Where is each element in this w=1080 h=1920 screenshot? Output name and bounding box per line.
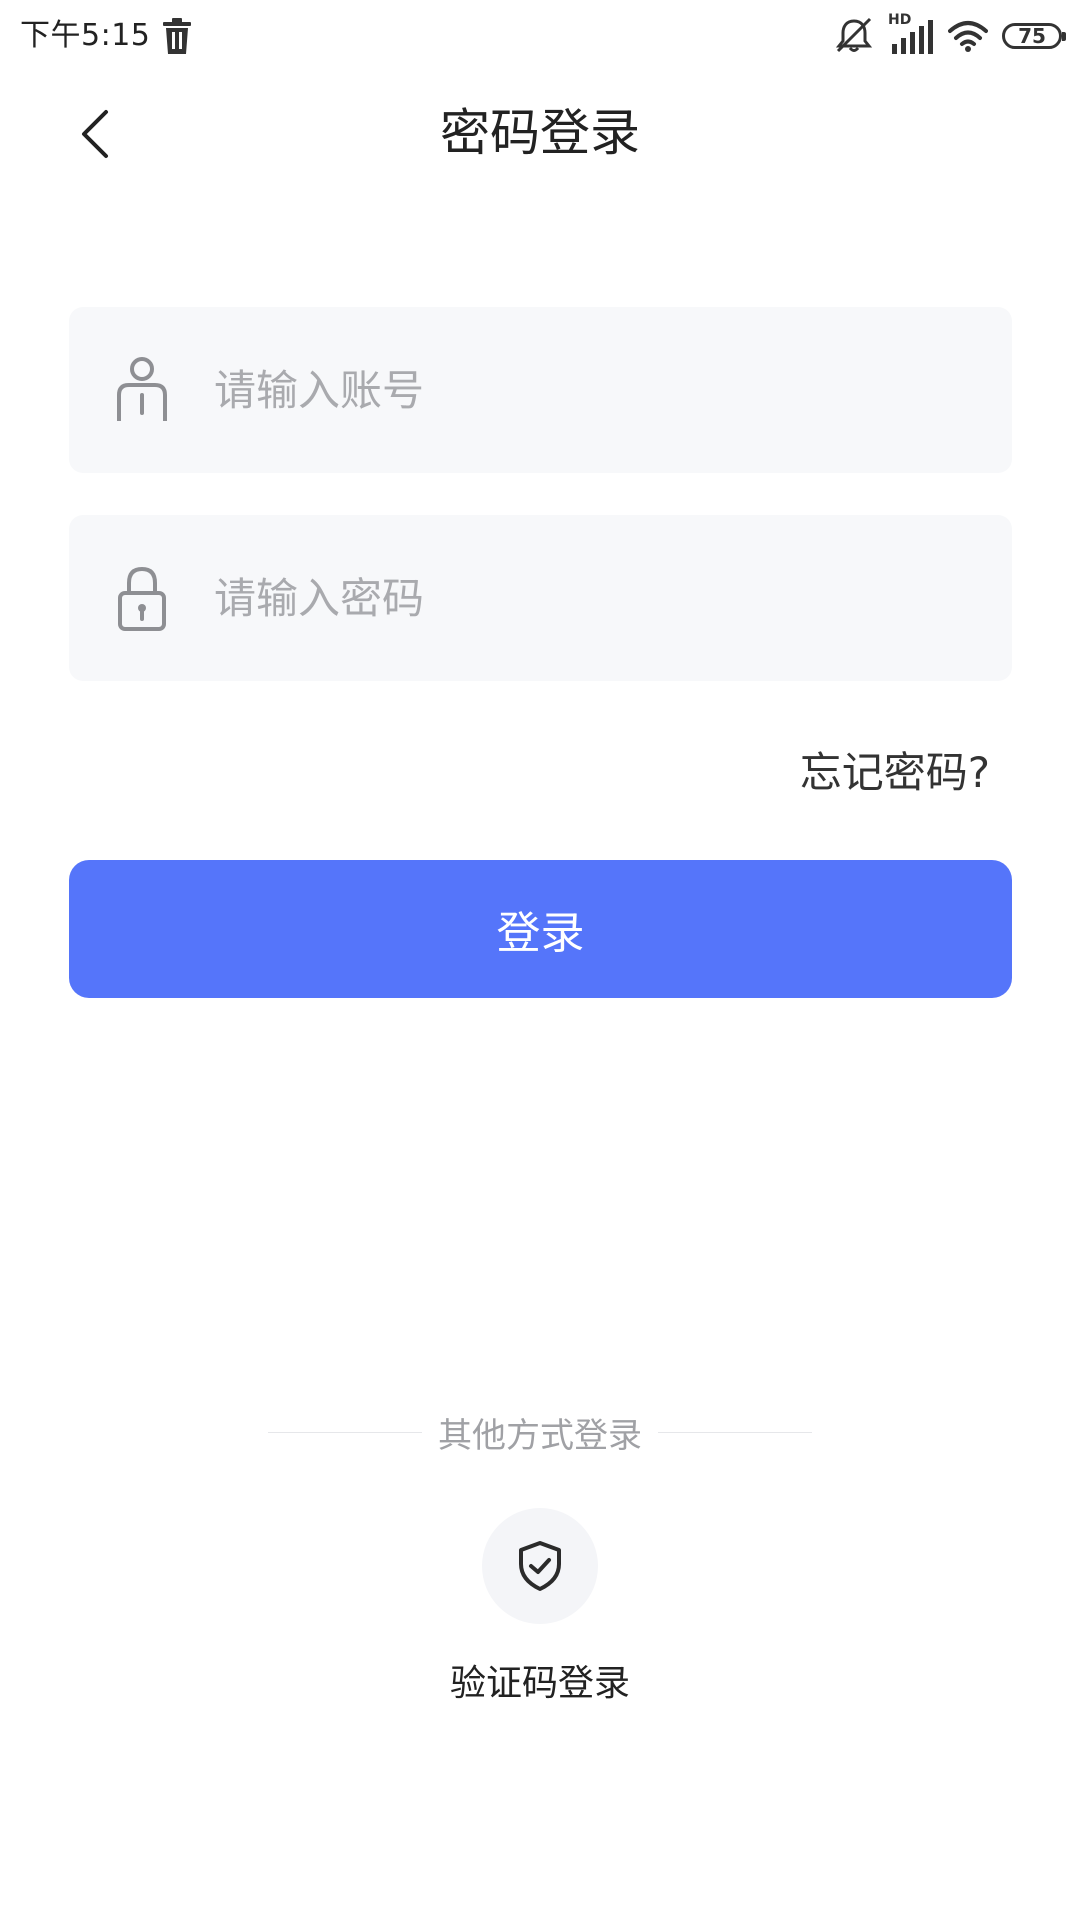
battery-icon: 75 (1002, 23, 1066, 49)
header: 密码登录 (0, 84, 1080, 184)
other-methods-heading: 其他方式登录 (438, 1415, 642, 1456)
divider-line-right (658, 1431, 812, 1433)
battery-level: 75 (1018, 24, 1046, 48)
status-bar: 下午5:15 HD 75 (0, 0, 1080, 74)
login-screen: 下午5:15 HD 75 密码登录 请输入账号 忘记密码? 登录 其他方式登录 … (0, 0, 1080, 1920)
sms-code-login-circle[interactable] (482, 1508, 598, 1624)
mute-icon (835, 17, 873, 53)
password-input[interactable] (214, 515, 974, 681)
other-methods-divider: 其他方式登录 (268, 1410, 812, 1456)
shield-check-icon (519, 1541, 561, 1591)
lock-icon (118, 566, 166, 631)
password-field[interactable] (69, 515, 1012, 681)
sms-code-login-label: 验证码登录 (449, 1663, 630, 1704)
user-icon (117, 357, 167, 421)
page-title: 密码登录 (440, 104, 640, 162)
trash-icon (163, 18, 191, 54)
sms-code-login-button[interactable]: 验证码登录 (0, 1508, 1080, 1706)
login-button[interactable]: 登录 (69, 860, 1012, 998)
signal-icon: HD (888, 12, 934, 56)
account-input[interactable] (214, 307, 974, 473)
status-time: 下午5:15 (20, 18, 151, 53)
status-icons: HD 75 (834, 12, 1066, 56)
forgot-password-link[interactable]: 忘记密码? (800, 745, 990, 801)
account-field[interactable] (69, 307, 1012, 473)
divider-line-left (268, 1431, 422, 1433)
wifi-icon (948, 21, 988, 52)
